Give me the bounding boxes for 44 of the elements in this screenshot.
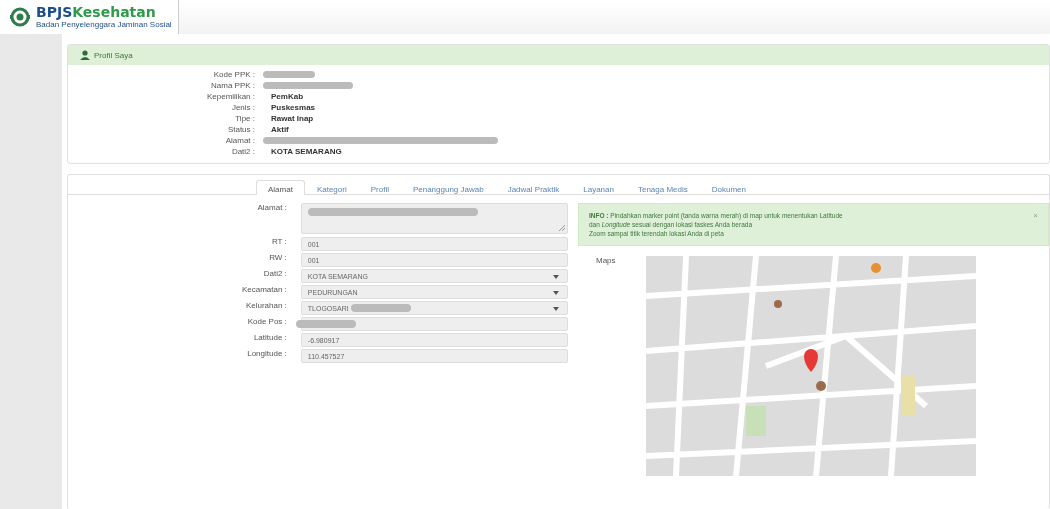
tab[interactable]: Kategori [304,180,359,194]
field-label: Alamat : [224,136,255,145]
caret-icon [553,275,559,279]
logo-title: BPJS [36,4,73,20]
user-icon [80,50,90,60]
field-label: Dati2 : [230,147,255,156]
tab[interactable]: Jadwal Praktik [495,180,572,194]
logo-subtitle: Badan Penyelenggara Jaminan Sosial [36,20,172,29]
tab[interactable]: Layanan [571,180,626,194]
tab[interactable]: Dokumen [699,180,758,194]
field-label: RW : [268,253,287,262]
field-value: KOTA SEMARANG [271,147,342,156]
field-label: RT : [271,237,287,246]
text-area[interactable] [300,203,568,234]
logo-icon [10,7,30,27]
resize-grip-icon [558,224,566,232]
field-label: Alamat : [256,203,287,212]
tab[interactable]: Alamat [256,180,305,195]
logo-title: Kesehatan [72,4,156,20]
field-label: Dati2 : [262,269,287,278]
field-label: Kepemilikan : [205,92,255,101]
field-value: Rawat Inap [271,114,314,123]
field-label: Latitude : [252,333,287,342]
field-label: Longitude : [246,349,287,358]
field-label: Kode PPK : [212,70,255,79]
redaction-bar [263,71,315,78]
field-label: Kode Pos : [246,317,287,326]
field-label: Kelurahan : [244,301,287,310]
logo[interactable]: BPJSKesehatan Badan Penyelenggara Jaminan Sosial [0,0,179,34]
field-label: Nama PPK : [210,81,255,90]
field-label: Maps [596,256,617,267]
field-value: PemKab [271,92,303,101]
caret-icon [553,291,559,295]
caret-icon [553,307,559,311]
field-label: Jenis : [230,103,255,112]
tab[interactable]: Penanggung Jawab [400,180,496,194]
tab[interactable]: Tenaga Medis [625,180,700,194]
field-label: Tipe : [234,114,255,123]
field-value: Aktif [271,125,289,134]
tab[interactable]: Profil [358,180,401,194]
field-label: Status : [226,125,255,134]
card-title: Profil Saya [94,50,133,60]
field-label: Kecamatan : [240,285,287,294]
field-value: Puskesmas [271,103,316,112]
